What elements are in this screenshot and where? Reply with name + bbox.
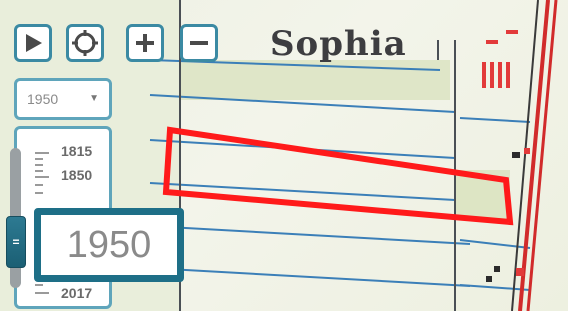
place-label: Sophia [270,24,407,64]
timeline-handle[interactable]: = [6,216,26,268]
building-marks [482,30,530,276]
year-select-value: 1950 [27,91,59,107]
crosshair-icon [72,30,98,56]
locate-button[interactable] [66,24,104,62]
tick-label: 1850 [61,167,93,183]
play-button[interactable] [14,24,52,62]
current-year-value: 1950 [66,223,152,266]
year-select[interactable]: 1950 ▼ [14,78,112,120]
minus-icon [190,41,208,45]
tick-label: 1815 [61,143,93,159]
play-icon [26,34,42,52]
tick-label: 2017 [61,285,93,301]
grip-icon: = [12,235,20,249]
zoom-in-button[interactable] [126,24,164,62]
current-year-display: 1950 [34,208,184,282]
plus-icon [136,34,154,52]
chevron-down-icon: ▼ [89,93,99,104]
zoom-out-button[interactable] [180,24,218,62]
